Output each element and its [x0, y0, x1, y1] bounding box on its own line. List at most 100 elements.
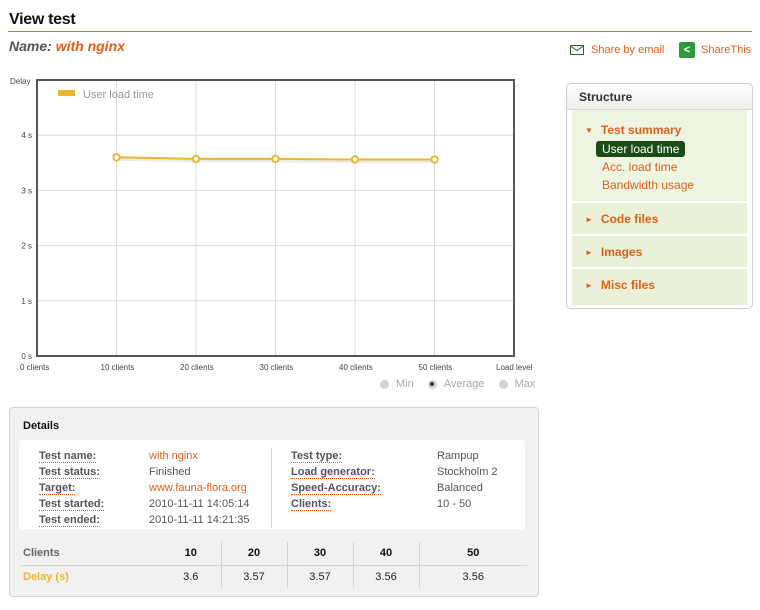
section-toggle-misc-files[interactable]: ► Misc files	[585, 278, 747, 292]
sharethis-label: ShareThis	[701, 44, 752, 56]
x-tick-label: 10 clients	[101, 363, 135, 372]
nav-item-user-load-time[interactable]: User load time	[596, 141, 686, 157]
section-images: ► Images	[572, 236, 747, 269]
detail-row: Target: www.fauna-flora.org	[39, 482, 250, 498]
clients-header: Clients	[21, 542, 161, 566]
delay-table: Clients 10 20 30 40 50 Delay (s) 3.6 3.5…	[21, 542, 527, 588]
section-test-summary: ▼ Test summary User load time Acc. load …	[572, 110, 747, 203]
detail-label: Test name:	[39, 450, 97, 463]
detail-row: Speed-Accuracy: Balanced	[291, 482, 498, 498]
detail-row: Test started: 2010-11-11 14:05:14	[39, 498, 250, 514]
clients-cell: 20	[220, 542, 287, 566]
section-label: Code files	[600, 212, 659, 226]
details-card: Test name: with nginx Test status: Finis…	[19, 440, 525, 529]
radio-button[interactable]	[427, 379, 437, 389]
share-by-email-label: Share by email	[591, 44, 665, 56]
title-divider	[8, 31, 752, 32]
detail-label: Test type:	[291, 450, 343, 463]
chart-legend: User load time	[58, 89, 154, 101]
mode-option-max[interactable]: Max	[498, 378, 536, 390]
detail-value: 10 - 50	[437, 498, 472, 510]
nav-item-acc-load-time[interactable]: Acc. load time	[596, 159, 683, 175]
structure-title: Structure	[567, 84, 752, 110]
detail-row: Test type: Rampup	[291, 450, 498, 466]
data-point	[191, 154, 201, 164]
section-misc-files: ► Misc files	[572, 269, 747, 305]
share-icon: <	[679, 42, 695, 58]
y-tick-label: 3 s	[21, 186, 32, 195]
legend-swatch	[58, 90, 75, 96]
y-tick-label: 1 s	[21, 297, 32, 306]
detail-label: Test ended:	[39, 514, 100, 527]
x-tick-label: 30 clients	[260, 363, 294, 372]
detail-value: 2010-11-11 14:05:14	[149, 498, 250, 510]
details-title: Details	[23, 420, 60, 432]
delay-cell: 3.56	[418, 565, 527, 588]
data-point	[350, 155, 360, 164]
detail-label: Target:	[39, 482, 76, 495]
y-tick-label: 0 s	[21, 352, 32, 361]
clients-cell: 10	[161, 542, 221, 566]
test-name-link[interactable]: with nginx	[149, 450, 198, 466]
detail-row: Test status: Finished	[39, 466, 250, 482]
detail-label: Load generator:	[291, 466, 375, 479]
data-point	[271, 154, 280, 164]
detail-row: Load generator: Stockholm 2	[291, 466, 498, 482]
clients-row: Clients 10 20 30 40 50	[21, 542, 527, 566]
x-tick-label: 40 clients	[339, 363, 373, 372]
detail-label: Test started:	[39, 498, 105, 511]
clients-cell: 50	[418, 542, 527, 566]
data-point	[430, 155, 439, 164]
nav-item-bandwidth-usage[interactable]: Bandwidth usage	[596, 177, 700, 193]
details-left-column: Test name: with nginx Test status: Finis…	[39, 450, 250, 530]
target-link[interactable]: www.fauna-flora.org	[149, 482, 247, 498]
detail-row: Test name: with nginx	[39, 450, 250, 466]
clients-cell: 30	[286, 542, 353, 566]
chart-mode-selector: Min Average Max	[380, 378, 535, 390]
chart-grid	[37, 80, 514, 356]
page-title: View test	[9, 11, 76, 28]
clients-cell: 40	[352, 542, 419, 566]
section-label: Test summary	[600, 123, 682, 137]
test-name-value: with nginx	[55, 38, 125, 54]
detail-value: Balanced	[437, 482, 483, 494]
sharethis-link[interactable]: < ShareThis	[679, 42, 751, 58]
mode-option-average[interactable]: Average	[427, 378, 485, 390]
x-tick-label: 20 clients	[180, 363, 214, 372]
delay-row: Delay (s) 3.6 3.57 3.57 3.56 3.56	[21, 565, 527, 588]
share-by-email-link[interactable]: Share by email	[570, 44, 664, 56]
radio-button[interactable]	[380, 379, 389, 389]
triangle-right-icon: ►	[585, 280, 593, 290]
delay-cell: 3.56	[352, 565, 419, 588]
chart-svg: User load time Delay Load level 0 s 1 s 2 …	[10, 77, 533, 372]
y-tick-label: 4 s	[21, 131, 32, 140]
mode-option-label: Min	[396, 378, 414, 390]
legend-label: User load time	[83, 89, 154, 101]
test-name-heading: Name: with nginx	[9, 38, 125, 54]
detail-value: Finished	[149, 466, 191, 478]
mode-option-label: Max	[514, 378, 536, 390]
column-divider	[271, 448, 272, 528]
mode-option-min[interactable]: Min	[380, 378, 414, 390]
test-name-label: Name:	[9, 38, 52, 54]
x-tick-label: 50 clients	[419, 363, 453, 372]
triangle-down-icon: ▼	[585, 125, 593, 135]
delay-cell: 3.57	[220, 565, 287, 588]
section-toggle-code-files[interactable]: ► Code files	[585, 212, 747, 226]
x-axis-title: Load level	[496, 363, 533, 372]
triangle-right-icon: ►	[585, 247, 593, 257]
section-toggle-images[interactable]: ► Images	[585, 245, 747, 259]
details-right-column: Test type: Rampup Load generator: Stockh…	[291, 450, 498, 514]
delay-cell: 3.57	[286, 565, 353, 588]
mode-option-label: Average	[443, 378, 485, 390]
y-tick-label: 2 s	[21, 242, 32, 251]
section-toggle-test-summary[interactable]: ▼ Test summary	[585, 123, 747, 137]
delay-chart: User load time Delay Load level 0 s 1 s 2 …	[0, 70, 545, 400]
section-code-files: ► Code files	[572, 203, 747, 236]
detail-row: Clients: 10 - 50	[291, 498, 498, 514]
detail-value: Stockholm 2	[437, 466, 498, 478]
radio-button[interactable]	[498, 379, 508, 389]
detail-label: Speed-Accuracy:	[291, 482, 381, 495]
data-point	[112, 153, 121, 162]
detail-value: 2010-11-11 14:21:35	[149, 514, 250, 526]
